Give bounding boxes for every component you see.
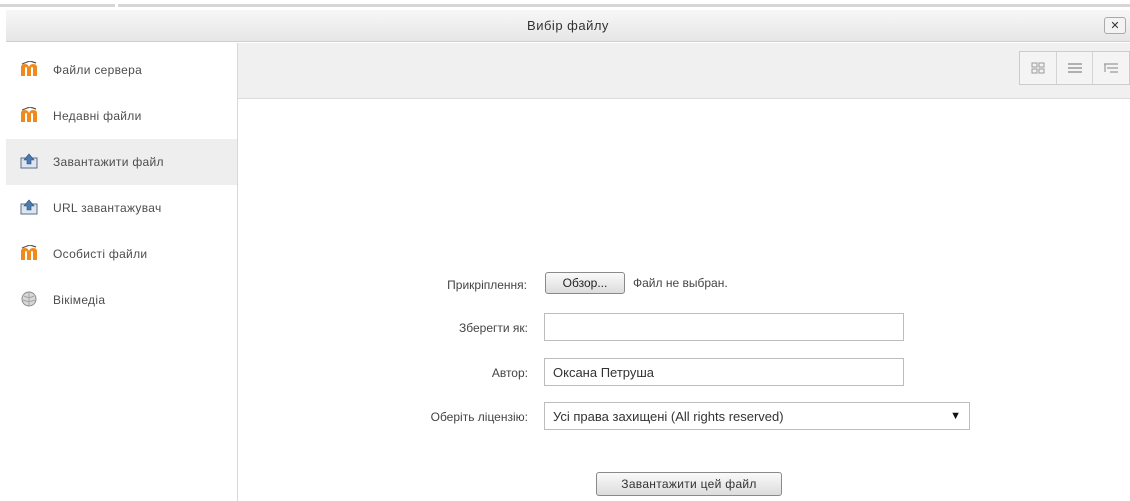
license-label: Оберіть ліцензію: (430, 410, 528, 424)
moodle-icon (21, 61, 37, 76)
list-view-icon (1067, 63, 1082, 73)
dialog-title-bar: Вибір файлу ✕ (6, 10, 1130, 42)
sidebar-item-server-files[interactable]: Файли сервера (6, 47, 237, 93)
top-edge (0, 0, 1130, 10)
sidebar-item-label: URL завантажувач (53, 201, 162, 215)
upload-icon (20, 199, 38, 215)
close-button[interactable]: ✕ (1104, 17, 1126, 34)
dropdown-arrow-icon: ▼ (950, 410, 961, 422)
sidebar-item-label: Особисті файли (53, 247, 148, 261)
attachment-label: Прикріплення: (447, 278, 527, 292)
upload-file-button[interactable]: Завантажити цей файл (596, 472, 782, 496)
save-as-input[interactable] (544, 313, 904, 341)
dialog-title: Вибір файлу (527, 18, 609, 33)
no-file-text: Файл не выбран. (633, 276, 728, 290)
sidebar-item-wikimedia[interactable]: Вікімедіа (6, 277, 237, 323)
browse-button[interactable]: Обзор... (545, 272, 625, 294)
tree-view-button[interactable] (1093, 52, 1129, 84)
sidebar-item-recent-files[interactable]: Недавні файли (6, 93, 237, 139)
author-label: Автор: (491, 366, 528, 380)
sidebar-item-upload-file[interactable]: Завантажити файл (6, 139, 237, 185)
grid-view-button[interactable] (1020, 52, 1057, 84)
sidebar-item-private-files[interactable]: Особисті файли (6, 231, 237, 277)
license-select[interactable]: Усі права захищені (All rights reserved)… (544, 402, 970, 430)
top-edge-segment (118, 4, 1130, 7)
sidebar-item-label: Недавні файли (53, 109, 142, 123)
sidebar-item-url-downloader[interactable]: URL завантажувач (6, 185, 237, 231)
sidebar-item-label: Вікімедіа (53, 293, 106, 307)
repository-sidebar: Файли сервера Недавні файли Завантажити … (6, 43, 238, 501)
view-mode-switcher (1019, 51, 1130, 85)
upload-icon (20, 153, 38, 169)
top-edge-segment (0, 4, 115, 7)
moodle-icon (21, 107, 37, 122)
tree-view-icon (1104, 63, 1119, 73)
save-as-label: Зберегти як: (459, 321, 528, 335)
grid-view-icon (1031, 62, 1045, 74)
license-selected-value: Усі права захищені (All rights reserved) (553, 409, 784, 424)
wikimedia-icon (21, 291, 37, 307)
moodle-icon (21, 245, 37, 260)
file-toolbar (238, 43, 1130, 99)
sidebar-item-label: Файли сервера (53, 63, 143, 77)
list-view-button[interactable] (1057, 52, 1094, 84)
author-input[interactable] (544, 358, 904, 386)
sidebar-item-label: Завантажити файл (53, 155, 164, 169)
